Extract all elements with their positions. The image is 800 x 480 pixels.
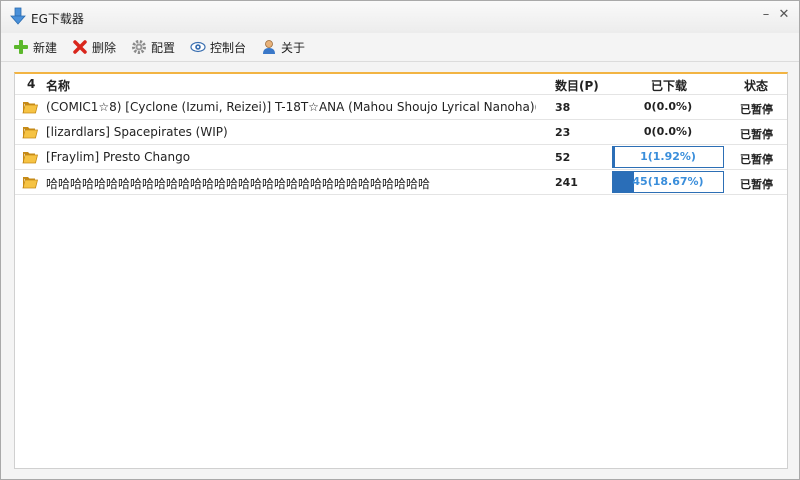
config-label: 配置 xyxy=(151,40,176,55)
new-button[interactable]: 新建 xyxy=(13,38,57,56)
folder-icon xyxy=(22,152,38,164)
status-label: 已暂停 xyxy=(740,178,773,191)
download-list: 4 名称 数目(P) 已下载 状态 (COMIC1☆8) [Cyclone (I… xyxy=(14,72,788,469)
header-status[interactable]: 状态 xyxy=(744,77,768,94)
window-title: EG下载器 xyxy=(31,12,84,26)
task-name: [Fraylim] Presto Chango xyxy=(46,150,191,164)
downloaded-value: 0(0.0%) xyxy=(643,100,693,113)
delete-label: 删除 xyxy=(92,40,117,55)
progress-bar: 1(1.92%) xyxy=(612,146,724,168)
task-name: [lizardlars] Spacepirates (WIP) xyxy=(46,125,228,139)
about-label: 关于 xyxy=(281,40,306,55)
title-bar[interactable]: EG下载器 – ✕ xyxy=(1,1,799,33)
download-progress: 0(0.0%) xyxy=(612,96,724,118)
folder-icon xyxy=(22,127,38,139)
folder-icon xyxy=(22,102,38,114)
task-name: (COMIC1☆8) [Cyclone (Izumi, Reizei)] T-1… xyxy=(46,100,536,114)
about-button[interactable]: 关于 xyxy=(261,38,305,56)
new-label: 新建 xyxy=(33,40,58,55)
main-window: EG下载器 – ✕ 新建 删除 配置 控制台 关于 4 名称 数目(P) 已下载… xyxy=(0,0,800,480)
table-row[interactable]: [lizardlars] Spacepirates (WIP) 23 0(0.0… xyxy=(15,119,787,144)
close-button[interactable]: ✕ xyxy=(776,7,792,23)
status-label: 已暂停 xyxy=(740,128,773,141)
status-label: 已暂停 xyxy=(740,153,773,166)
table-header: 4 名称 数目(P) 已下载 状态 xyxy=(15,74,787,94)
toolbar: 新建 删除 配置 控制台 关于 xyxy=(1,33,799,62)
gear-icon xyxy=(132,40,146,54)
minimize-button[interactable]: – xyxy=(758,7,774,23)
total-count: 4 xyxy=(27,77,36,91)
header-name[interactable]: 名称 xyxy=(46,77,70,94)
download-progress: 1(1.92%) xyxy=(612,146,724,168)
console-button[interactable]: 控制台 xyxy=(190,38,246,56)
download-progress: 45(18.67%) xyxy=(612,171,724,193)
table-row[interactable]: [Fraylim] Presto Chango 52 1(1.92%) 已暂停 xyxy=(15,144,787,169)
table-row[interactable]: 哈哈哈哈哈哈哈哈哈哈哈哈哈哈哈哈哈哈哈哈哈哈哈哈哈哈哈哈哈哈哈哈 241 45(… xyxy=(15,169,787,195)
task-count: 52 xyxy=(555,151,571,164)
delete-x-icon xyxy=(73,40,87,54)
header-downloaded[interactable]: 已下载 xyxy=(651,77,687,94)
downloaded-value: 1(1.92%) xyxy=(640,150,696,163)
task-count: 23 xyxy=(555,126,571,139)
status-label: 已暂停 xyxy=(740,103,773,116)
delete-button[interactable]: 删除 xyxy=(72,38,116,56)
folder-icon xyxy=(22,177,38,189)
plus-icon xyxy=(14,40,28,54)
task-count: 241 xyxy=(555,176,578,189)
downloaded-value: 45(18.67%) xyxy=(632,175,704,188)
task-count: 38 xyxy=(555,101,571,114)
eye-icon xyxy=(190,41,206,53)
download-arrow-icon xyxy=(10,7,26,25)
config-button[interactable]: 配置 xyxy=(131,38,175,56)
header-count[interactable]: 数目(P) xyxy=(555,77,599,94)
task-name: 哈哈哈哈哈哈哈哈哈哈哈哈哈哈哈哈哈哈哈哈哈哈哈哈哈哈哈哈哈哈哈哈 xyxy=(46,177,431,191)
table-row[interactable]: (COMIC1☆8) [Cyclone (Izumi, Reizei)] T-1… xyxy=(15,94,787,119)
console-label: 控制台 xyxy=(210,40,247,55)
download-progress: 0(0.0%) xyxy=(612,121,724,143)
downloaded-value: 0(0.0%) xyxy=(643,125,693,138)
progress-bar: 45(18.67%) xyxy=(612,171,724,193)
user-icon xyxy=(263,40,275,54)
